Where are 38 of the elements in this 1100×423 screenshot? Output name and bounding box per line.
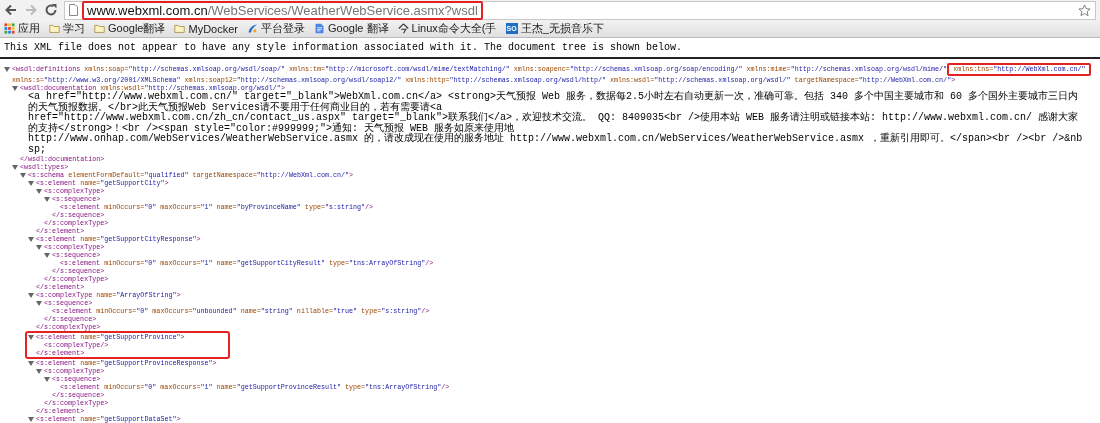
expand-triangle-icon[interactable]: [12, 164, 18, 170]
expand-triangle-icon[interactable]: [20, 172, 26, 178]
expand-triangle-icon[interactable]: [28, 416, 34, 422]
bookmark-item[interactable]: Linux命令大全(手: [397, 21, 497, 36]
address-bar[interactable]: www.webxml.com.cn/WebServices/WeatherWebService.asmx?wsdl: [64, 0, 1096, 20]
bookmark-item[interactable]: Google 翻译: [314, 21, 389, 36]
swoosh-icon: [247, 23, 258, 34]
reload-icon[interactable]: [44, 3, 58, 17]
bookmark-item[interactable]: 学习: [49, 21, 85, 36]
expand-triangle-icon[interactable]: [44, 252, 50, 258]
expand-triangle-icon[interactable]: [28, 334, 34, 340]
expand-triangle-icon[interactable]: [4, 66, 10, 72]
expand-triangle-icon[interactable]: [28, 360, 34, 366]
expand-triangle-icon[interactable]: [12, 85, 18, 91]
star-icon[interactable]: [1078, 3, 1091, 17]
notice-text: This XML file does not appear to have any style information associated with it. The document tree is shown below.: [4, 42, 683, 53]
bookmark-item[interactable]: 应用: [4, 21, 40, 36]
expand-triangle-icon[interactable]: [28, 180, 34, 186]
page-icon: [69, 4, 78, 16]
expand-triangle-icon[interactable]: [36, 368, 42, 374]
expand-triangle-icon[interactable]: [36, 300, 42, 306]
expand-triangle-icon[interactable]: [28, 236, 34, 242]
expand-triangle-icon[interactable]: [28, 292, 34, 298]
expand-triangle-icon[interactable]: [36, 244, 42, 250]
document-icon: [314, 23, 325, 34]
bookmark-item[interactable]: MyDocker: [174, 22, 238, 35]
back-icon[interactable]: [4, 3, 18, 17]
folder-icon: [94, 23, 105, 34]
folder-icon: [49, 23, 60, 34]
bookmark-item[interactable]: Google翻译: [94, 21, 166, 36]
expand-triangle-icon[interactable]: [44, 196, 50, 202]
command-icon: [397, 23, 409, 34]
folder-icon: [174, 23, 186, 34]
expand-triangle-icon[interactable]: [44, 376, 50, 382]
bookmark-item[interactable]: 平台登录: [247, 21, 305, 36]
apps-grid-icon: [4, 23, 15, 34]
expand-triangle-icon[interactable]: [36, 188, 42, 194]
address-url: www.webxml.com.cn/WebServices/WeatherWebService.asmx?wsdl: [82, 0, 483, 20]
